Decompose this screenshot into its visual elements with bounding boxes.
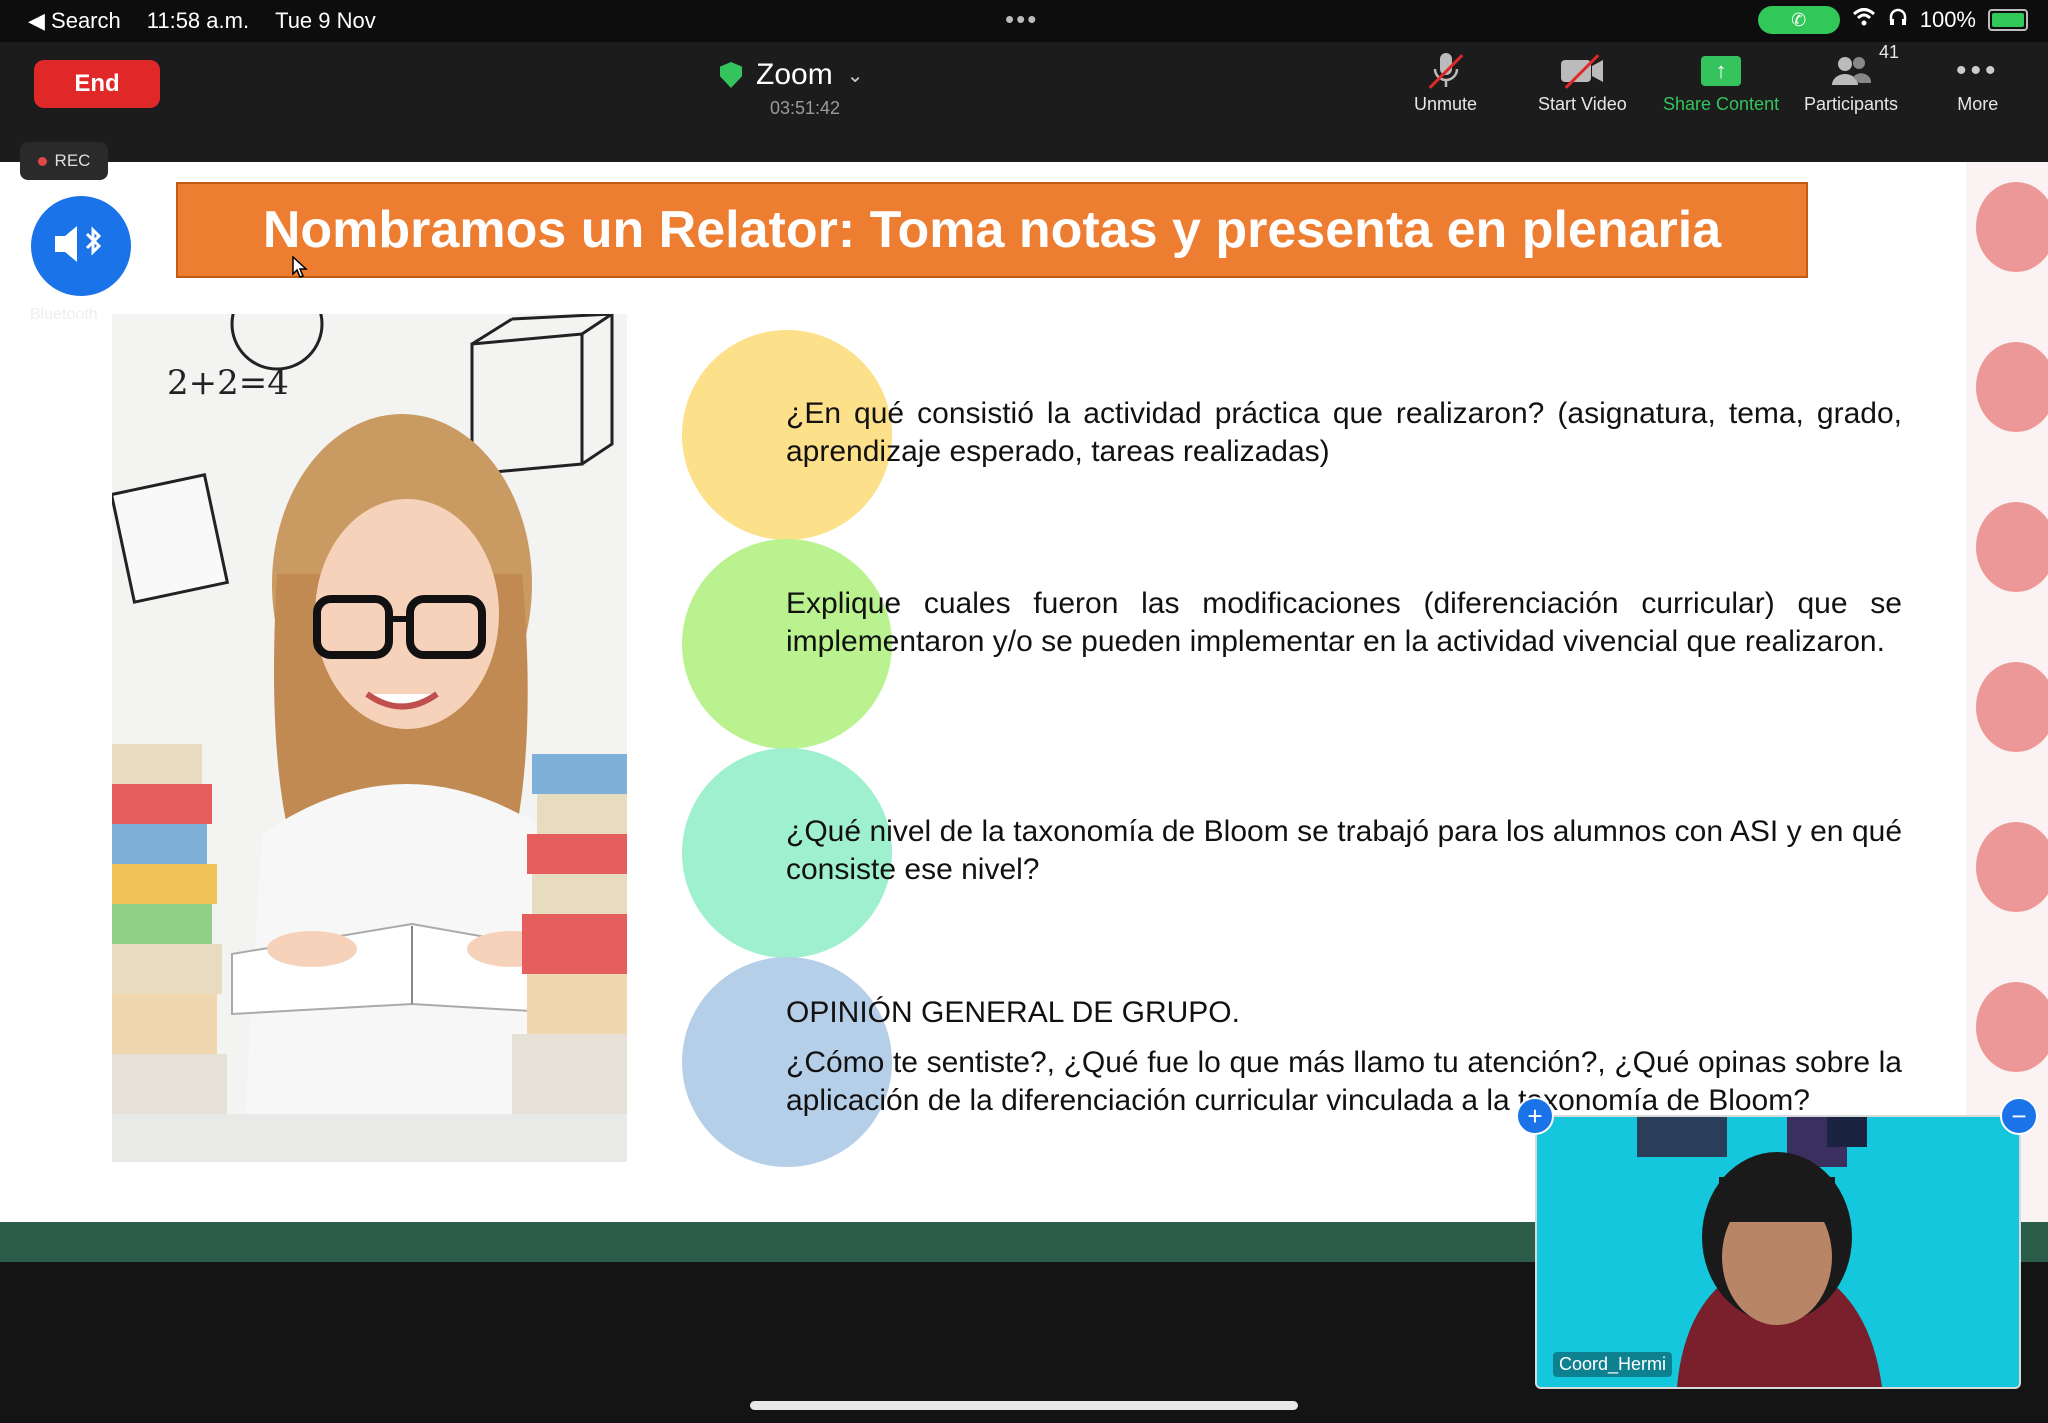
back-to-search-link[interactable]: ◀ Search bbox=[28, 8, 121, 34]
share-content-button[interactable]: ↑ Share Content bbox=[1663, 48, 1779, 115]
meeting-title-group[interactable]: Zoom ⌄ 03:51:42 bbox=[720, 58, 890, 119]
group-opinion-heading: OPINIÓN GENERAL DE GRUPO. bbox=[786, 996, 1240, 1029]
status-date: Tue 9 Nov bbox=[275, 8, 376, 33]
start-video-label: Start Video bbox=[1538, 94, 1627, 114]
girl-reading-photo: 2+2=4 bbox=[112, 314, 627, 1162]
decorative-side-stripe bbox=[1966, 162, 2048, 1222]
active-call-pill[interactable]: ✆ bbox=[1757, 6, 1840, 34]
home-indicator[interactable] bbox=[750, 1401, 1298, 1410]
participant-video-feed bbox=[1537, 1117, 2019, 1387]
video-off-icon bbox=[1559, 48, 1605, 94]
participants-icon: 41 bbox=[1829, 42, 1899, 94]
question-2-text: Explique cuales fueron las modificacione… bbox=[786, 587, 1902, 658]
more-dots-icon: ••• bbox=[1956, 54, 2000, 87]
status-bar: ◀ Search 11:58 a.m. Tue 9 Nov ••• ✆ 100% bbox=[0, 0, 2048, 42]
participants-button[interactable]: 41 Participants bbox=[1804, 42, 1899, 115]
meeting-timer: 03:51:42 bbox=[770, 98, 841, 118]
battery-icon bbox=[1988, 9, 2028, 31]
battery-percent: 100% bbox=[1919, 7, 1976, 32]
shared-slide: Nombramos un Relator: Toma notas y prese… bbox=[0, 162, 2048, 1222]
muted-microphone-icon bbox=[1428, 48, 1463, 94]
share-content-label: Share Content bbox=[1663, 94, 1780, 114]
math-doodle: 2+2=4 bbox=[167, 363, 289, 403]
headphones-icon bbox=[1888, 7, 1908, 33]
unmute-label: Unmute bbox=[1414, 94, 1478, 114]
question-3-text: ¿Qué nivel de la taxonomía de Bloom se t… bbox=[786, 815, 1902, 886]
encryption-shield-icon bbox=[720, 62, 742, 88]
meeting-toolbar: End Zoom ⌄ 03:51:42 Unmute Start Video ↑… bbox=[0, 42, 2048, 162]
slide-title: Nombramos un Relator: Toma notas y prese… bbox=[176, 182, 1808, 278]
status-time: 11:58 a.m. bbox=[146, 8, 250, 33]
group-opinion-text: ¿Cómo te sentiste?, ¿Qué fue lo que más … bbox=[786, 1046, 1902, 1117]
unmute-button[interactable]: Unmute bbox=[1414, 48, 1477, 115]
start-video-button[interactable]: Start Video bbox=[1538, 48, 1627, 115]
wifi-icon bbox=[1852, 7, 1876, 33]
participants-label: Participants bbox=[1804, 94, 1899, 114]
recording-indicator[interactable]: REC bbox=[20, 142, 108, 180]
minimize-video-button[interactable]: − bbox=[2000, 1097, 2038, 1135]
self-video-tile[interactable]: Coord_Hermi bbox=[1535, 1115, 2021, 1389]
multitasking-dots-icon[interactable]: ••• bbox=[1005, 4, 1038, 35]
speaker-bluetooth-icon bbox=[51, 222, 111, 271]
participants-count: 41 bbox=[1878, 42, 1900, 62]
mouse-pointer-icon bbox=[292, 256, 308, 278]
recording-dot-icon bbox=[37, 156, 47, 166]
share-arrow-icon: ↑ bbox=[1701, 56, 1742, 86]
meeting-title: Zoom bbox=[756, 58, 833, 91]
end-meeting-button[interactable]: End bbox=[34, 60, 160, 108]
more-button[interactable]: ••• More bbox=[1956, 48, 2000, 115]
rec-label: REC bbox=[54, 151, 91, 170]
bluetooth-audio-button[interactable] bbox=[31, 196, 131, 296]
participant-name-label: Coord_Hermi bbox=[1553, 1352, 1673, 1377]
phone-icon: ✆ bbox=[1791, 9, 1807, 30]
more-label: More bbox=[1957, 94, 1999, 114]
expand-video-button[interactable]: + bbox=[1516, 1097, 1554, 1135]
question-1-text: ¿En qué consistió la actividad práctica … bbox=[786, 397, 1902, 468]
bluetooth-label: Bluetooth bbox=[30, 306, 98, 323]
chevron-down-icon: ⌄ bbox=[846, 64, 864, 87]
